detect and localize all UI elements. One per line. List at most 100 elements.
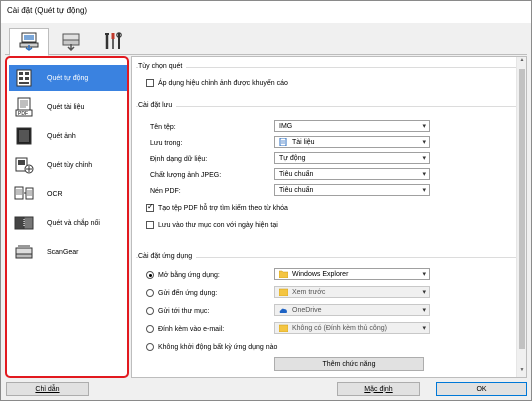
instructions-button[interactable]: Chỉ dẫn (6, 382, 89, 396)
attach-email-value: Không có (Đính kèm thủ công) (292, 324, 387, 332)
sidebar-item-label: Quét và chắp nối (47, 219, 100, 227)
dont-start-app-label: Không khởi động bất kỳ ứng dụng nào (158, 343, 278, 351)
scangear-icon (9, 242, 39, 262)
save-in-select[interactable]: Tài liệu ▾ (274, 136, 430, 148)
scan-type-sidebar: Quét tự động PDF Quét tài liệu Quét ảnh … (5, 56, 129, 378)
save-in-label: Lưu trong: (150, 140, 183, 147)
pdf-compression-select[interactable]: Tiêu chuẩn ▾ (274, 184, 430, 196)
apply-correction-label: Áp dụng hiệu chỉnh ảnh được khuyến cáo (158, 79, 288, 87)
send-to-folder-option[interactable]: Gửi tới thư mục: (146, 307, 209, 315)
save-subfolder-option[interactable]: Lưu vào thư mục con với ngày hiện tại (146, 221, 278, 229)
instructions-label: Chỉ dẫn (35, 385, 60, 393)
open-with-select[interactable]: Windows Explorer ▾ (274, 268, 430, 280)
chevron-down-icon[interactable]: ▾ (422, 306, 426, 314)
chevron-down-icon[interactable]: ▾ (422, 270, 426, 278)
svg-text:PDF: PDF (18, 111, 28, 117)
send-to-app-option[interactable]: Gửi đến ứng dụng: (146, 289, 217, 297)
sidebar-item-ocr[interactable]: OCR (9, 181, 127, 207)
settings-window: Cài đặt (Quét tự động) Quét tự động PDF … (0, 0, 532, 401)
ocr-icon (9, 184, 39, 204)
onedrive-icon (279, 306, 288, 314)
save-subfolder-checkbox[interactable] (146, 221, 154, 229)
searchable-pdf-option[interactable]: Tạo tệp PDF hỗ trợ tìm kiếm theo từ khóa (146, 202, 288, 212)
sidebar-item-label: Quét tài liệu (47, 103, 85, 111)
auto-scan-icon (9, 68, 39, 88)
save-settings-group: Cài đặt lưu Tên tệp: IMG ▾ Lưu trong: Tà… (136, 102, 516, 246)
file-name-value: IMG (279, 122, 293, 130)
chevron-down-icon[interactable]: ▾ (422, 138, 426, 146)
jpeg-quality-label: Chất lượng ảnh JPEG: (150, 172, 222, 179)
open-with-radio[interactable] (146, 271, 154, 279)
preview-app-icon (278, 288, 289, 297)
app-settings-title: Cài đặt ứng dụng (138, 253, 197, 260)
attach-email-label: Đính kèm vào e-mail: (158, 325, 225, 333)
ok-button[interactable]: OK (436, 382, 527, 396)
scan-options-group: Tùy chọn quét Áp dụng hiệu chỉnh ảnh đượ… (136, 63, 516, 97)
chevron-down-icon[interactable]: ▾ (422, 122, 426, 130)
data-format-select[interactable]: Tự động ▾ (274, 152, 430, 164)
send-to-app-select[interactable]: Xem trước ▾ (274, 286, 430, 298)
pdf-compression-value: Tiêu chuẩn (279, 186, 314, 194)
file-name-label: Tên tệp: (150, 124, 176, 131)
save-in-value: Tài liệu (292, 138, 315, 146)
open-with-option[interactable]: Mở bằng ứng dụng: (146, 271, 220, 279)
defaults-label: Mặc định (364, 385, 393, 393)
searchable-pdf-checkbox[interactable] (146, 202, 154, 212)
file-name-combobox[interactable]: IMG ▾ (274, 120, 430, 132)
scan-from-computer-icon (18, 31, 40, 53)
send-to-app-radio[interactable] (146, 289, 154, 297)
scroll-down-icon[interactable]: ▼ (517, 367, 527, 377)
send-to-folder-radio[interactable] (146, 307, 154, 315)
chevron-down-icon[interactable]: ▾ (422, 186, 426, 194)
attach-email-select[interactable]: Không có (Đính kèm thủ công) ▾ (274, 322, 430, 334)
sidebar-item-label: Quét tự động (47, 74, 89, 82)
dont-start-app-option[interactable]: Không khởi động bất kỳ ứng dụng nào (146, 343, 277, 351)
tab-strip (5, 28, 527, 56)
attach-email-option[interactable]: Đính kèm vào e-mail: (146, 325, 224, 333)
sidebar-item-custom-scan[interactable]: Quét tùy chỉnh (9, 152, 127, 178)
stitch-scan-icon (9, 213, 39, 233)
explorer-folder-icon (278, 270, 289, 279)
custom-scan-icon (9, 155, 39, 175)
scroll-thumb[interactable] (519, 69, 525, 349)
send-to-app-label: Gửi đến ứng dụng: (158, 289, 218, 297)
general-settings-icon (102, 31, 124, 53)
apply-correction-checkbox[interactable] (146, 79, 154, 87)
window-title: Cài đặt (Quét tự động) (1, 1, 531, 23)
document-scan-icon: PDF (9, 97, 39, 117)
sidebar-item-label: Quét tùy chỉnh (47, 161, 93, 169)
more-functions-button[interactable]: Thêm chức năng (274, 357, 424, 371)
settings-scrollbar[interactable]: ▲ ▼ (516, 57, 526, 377)
sidebar-item-label: Quét ảnh (47, 132, 76, 140)
sidebar-item-auto-scan[interactable]: Quét tự động (9, 65, 127, 91)
send-to-folder-value: OneDrive (292, 306, 322, 314)
tab-general-settings[interactable] (93, 28, 133, 55)
tab-scan-from-panel[interactable] (51, 28, 91, 55)
send-to-folder-select[interactable]: OneDrive ▾ (274, 304, 430, 316)
searchable-pdf-label: Tạo tệp PDF hỗ trợ tìm kiếm theo từ khóa (158, 204, 288, 212)
app-settings-group: Cài đặt ứng dụng Mở bằng ứng dụng: Windo… (136, 253, 516, 375)
defaults-button[interactable]: Mặc định (337, 382, 420, 396)
apply-correction-option[interactable]: Áp dụng hiệu chỉnh ảnh được khuyến cáo (146, 79, 288, 87)
save-settings-title: Cài đặt lưu (138, 102, 177, 109)
chevron-down-icon[interactable]: ▾ (422, 154, 426, 162)
tab-scan-from-computer[interactable] (9, 28, 49, 56)
scan-options-title: Tùy chọn quét (138, 63, 187, 70)
email-folder-icon (278, 324, 289, 333)
sidebar-item-document-scan[interactable]: PDF Quét tài liệu (9, 94, 127, 120)
chevron-down-icon[interactable]: ▾ (422, 170, 426, 178)
data-format-value: Tự động (279, 154, 306, 162)
attach-email-radio[interactable] (146, 325, 154, 333)
scroll-up-icon[interactable]: ▲ (517, 57, 527, 67)
sidebar-item-scangear[interactable]: ScanGear (9, 239, 127, 265)
photo-scan-icon (9, 126, 39, 146)
jpeg-quality-select[interactable]: Tiêu chuẩn ▾ (274, 168, 430, 180)
sidebar-item-photo-scan[interactable]: Quét ảnh (9, 123, 127, 149)
chevron-down-icon[interactable]: ▾ (422, 324, 426, 332)
sidebar-item-stitch-scan[interactable]: Quét và chắp nối (9, 210, 127, 236)
save-subfolder-label: Lưu vào thư mục con với ngày hiện tại (158, 221, 278, 229)
jpeg-quality-value: Tiêu chuẩn (279, 170, 314, 178)
chevron-down-icon[interactable]: ▾ (422, 288, 426, 296)
dont-start-app-radio[interactable] (146, 343, 154, 351)
pdf-compression-label: Nén PDF: (150, 188, 181, 195)
